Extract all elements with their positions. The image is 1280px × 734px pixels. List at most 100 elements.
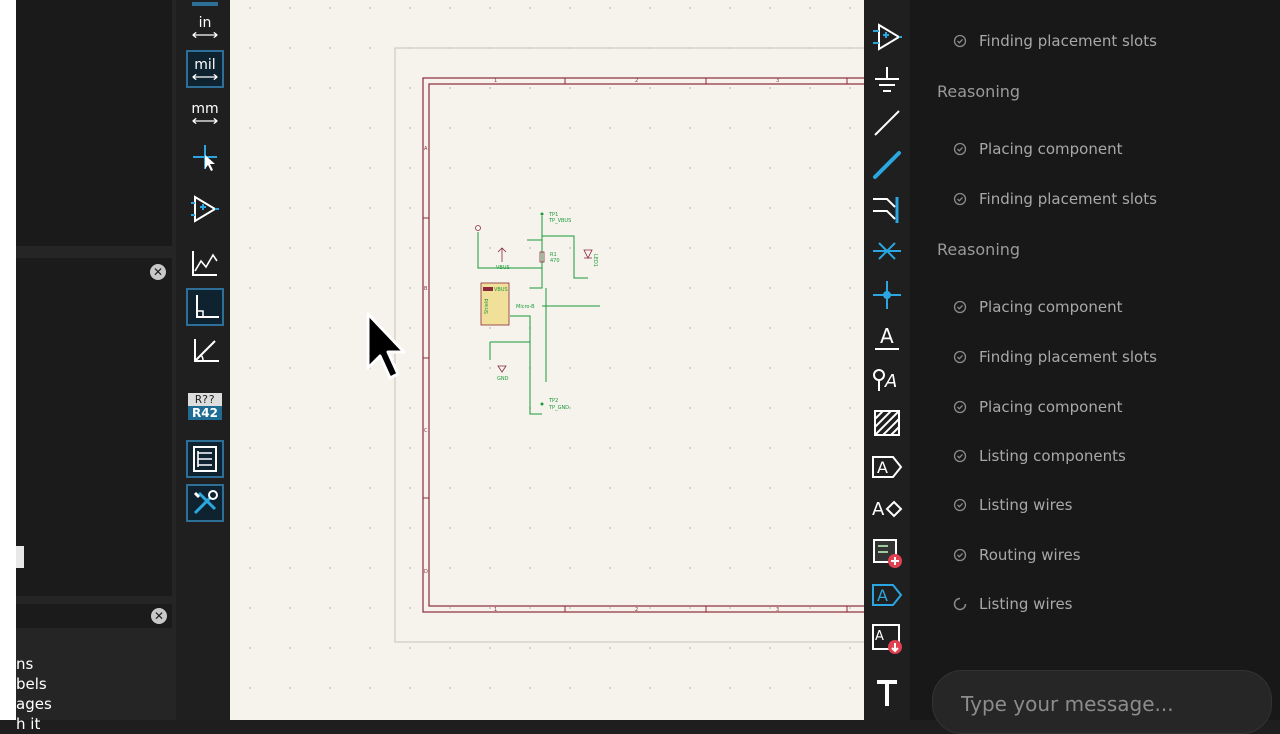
col-label: 2	[635, 607, 638, 613]
testpoint-tp2[interactable]	[540, 402, 544, 406]
check-circle-icon	[953, 192, 967, 206]
svg-text:A: A	[877, 458, 888, 477]
step-label: Finding placement slots	[979, 32, 1157, 50]
properties-panel	[16, 0, 172, 246]
units-mils-button[interactable]: mil	[186, 50, 224, 88]
add-sheet-pin-button[interactable]: A	[868, 576, 906, 614]
check-circle-icon	[953, 449, 967, 463]
close-search-panel-icon[interactable]: ✕	[151, 608, 167, 624]
col-label: 1	[494, 78, 497, 84]
usb-shield-label: Shield	[484, 299, 490, 314]
label-icon: A	[875, 324, 899, 350]
junction-icon	[873, 281, 901, 309]
step-label: Listing components	[979, 447, 1126, 465]
schematic-canvas[interactable]: 1 2 3 1 2 3 A B C D TP1 TP_VBUS TP2 TP_G…	[230, 0, 864, 720]
list-item[interactable]: bels	[16, 674, 52, 694]
left-edge	[0, 0, 16, 720]
vbus-label: VBUS	[496, 265, 510, 271]
hierarchy-panel-icon	[193, 446, 217, 472]
list-item[interactable]: ns	[16, 654, 52, 674]
mouse-pointer-icon	[366, 312, 406, 380]
step-label: Listing wires	[979, 595, 1073, 613]
cursor-crosshair-button[interactable]	[186, 138, 224, 176]
sheet-pin-icon: A	[872, 584, 903, 606]
hierarchy-panel	[16, 258, 172, 596]
draw-line-button[interactable]	[868, 104, 906, 142]
activity-step: Routing wires	[953, 546, 1081, 564]
tp2-ref: TP2	[548, 398, 558, 404]
close-panel-icon[interactable]: ✕	[150, 264, 166, 280]
row-label: D	[424, 569, 428, 575]
toolbar-top-edge	[186, 0, 224, 8]
symbol-pins-icon	[191, 195, 219, 223]
add-symbol-icon	[873, 23, 902, 51]
add-junction-button[interactable]	[868, 276, 906, 314]
panel-scroll-marker[interactable]	[16, 546, 24, 568]
svg-text:A: A	[884, 371, 897, 392]
schematic-sheet: 1 2 3 1 2 3 A B C D TP1 TP_VBUS TP2 TP_G…	[230, 0, 864, 720]
units-inches-button[interactable]: in	[186, 8, 224, 46]
graph-icon	[192, 251, 218, 276]
annotate-bottom-label: R42	[188, 405, 222, 420]
add-global-label-button[interactable]: A	[868, 448, 906, 486]
left-toolbar: in mil mm R?? R42	[176, 0, 230, 720]
r1-value: 470	[550, 258, 560, 264]
add-bus-entry-icon	[873, 197, 899, 223]
add-text-button[interactable]	[868, 674, 906, 712]
ai-assistant-panel: Finding placement slots Reasoning Placing …	[910, 0, 1280, 734]
import-sheet-pin-button[interactable]: A	[868, 620, 906, 658]
activity-step: Listing wires	[953, 496, 1073, 514]
check-circle-icon	[953, 498, 967, 512]
message-input-box[interactable]	[932, 670, 1272, 734]
double-arrow-icon	[192, 117, 218, 125]
activity-step: Listing components	[953, 447, 1126, 465]
svg-text:A: A	[872, 499, 885, 520]
step-label: Placing component	[979, 298, 1123, 316]
activity-step: Finding placement slots	[953, 190, 1157, 208]
message-input[interactable]	[959, 691, 1253, 717]
svg-text:A: A	[877, 586, 888, 605]
add-sheet-button[interactable]	[868, 534, 906, 572]
list-item[interactable]: ages	[16, 694, 52, 714]
symbol-pin-button[interactable]	[186, 190, 224, 228]
add-rule-area-button[interactable]	[868, 404, 906, 442]
tp1-value: TP_VBUS	[548, 218, 571, 224]
activity-step: Listing wires	[953, 595, 1073, 613]
reasoning-heading: Reasoning	[937, 82, 1020, 101]
units-mm-button[interactable]: mm	[186, 94, 224, 132]
global-label-icon: A	[872, 456, 903, 478]
annotate-button[interactable]: R?? R42	[186, 384, 224, 428]
check-circle-icon	[953, 34, 967, 48]
search-panel-header	[16, 604, 172, 628]
add-hierarchical-label-button[interactable]: A	[868, 490, 906, 528]
angle-lines-button[interactable]	[186, 332, 224, 370]
col-label: 2	[635, 78, 638, 84]
filter-list: ns bels ages h it	[16, 654, 52, 734]
step-label: Listing wires	[979, 496, 1073, 514]
hierarchy-navigator-button[interactable]	[186, 440, 224, 478]
tp2-value: TP_GND	[548, 405, 569, 411]
no-connect-icon	[873, 242, 901, 260]
step-label: Routing wires	[979, 546, 1081, 564]
add-net-class-button[interactable]: A	[868, 360, 906, 398]
check-circle-icon	[953, 350, 967, 364]
activity-step: Placing component	[953, 298, 1122, 316]
testpoint-tp1[interactable]	[540, 212, 544, 216]
led-ref: LED1	[592, 254, 598, 267]
check-circle-icon	[953, 300, 967, 314]
list-item[interactable]: h it	[16, 714, 52, 734]
plot-tool-button[interactable]	[186, 244, 224, 282]
add-symbol-button[interactable]	[868, 18, 906, 56]
add-power-button[interactable]	[868, 62, 906, 100]
units-mm-label: mm	[191, 101, 219, 117]
double-arrow-icon	[192, 31, 218, 39]
add-wire-button[interactable]	[868, 146, 906, 184]
reasoning-heading: Reasoning	[937, 240, 1020, 259]
heading-label: Reasoning	[937, 82, 1021, 101]
orthogonal-lines-button[interactable]	[186, 288, 224, 326]
properties-manager-button[interactable]	[186, 484, 224, 522]
add-bus-entry-button[interactable]	[868, 190, 906, 228]
no-connect-button[interactable]	[868, 232, 906, 270]
add-label-button[interactable]: A	[868, 318, 906, 356]
row-label: C	[424, 428, 428, 434]
